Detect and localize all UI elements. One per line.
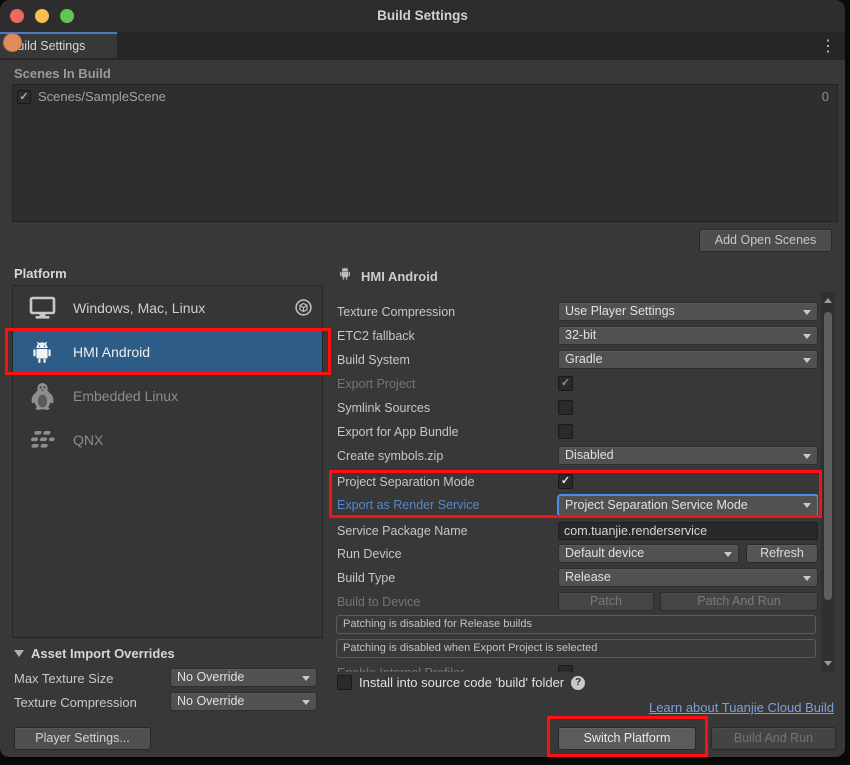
help-box-release: Patching is disabled for Release builds	[336, 615, 816, 634]
row-export-project: Export Project ✓	[336, 374, 818, 393]
project-separation-mode-checkbox[interactable]: ✓	[558, 474, 573, 489]
row-run-device: Run Device Default device Refresh	[336, 544, 818, 563]
export-project-checkbox[interactable]: ✓	[558, 376, 573, 391]
window-title: Build Settings	[0, 0, 845, 32]
create-symbols-dropdown[interactable]: Disabled	[558, 446, 818, 465]
platform-item-windows-mac-linux[interactable]: Windows, Mac, Linux	[13, 286, 322, 330]
install-build-folder-label: Install into source code 'build' folder	[359, 675, 564, 690]
platform-list: Windows, Mac, Linux	[12, 285, 323, 638]
row-enable-internal-profiler: Enable Internal Profiler	[336, 663, 818, 672]
max-texture-size-dropdown[interactable]: No Override	[170, 668, 317, 687]
selected-platform-header: HMI Android	[337, 265, 438, 287]
scroll-up-icon[interactable]	[824, 298, 832, 303]
scrollbar-thumb[interactable]	[824, 312, 832, 600]
setting-label: Run Device	[337, 547, 402, 561]
refresh-button[interactable]: Refresh	[746, 544, 818, 563]
setting-label: Enable Internal Profiler	[337, 666, 464, 673]
max-texture-size-label: Max Texture Size	[14, 671, 113, 686]
enable-internal-profiler-checkbox[interactable]	[558, 665, 573, 672]
settings-panel-title: HMI Android	[361, 269, 438, 284]
row-symlink-sources: Symlink Sources	[336, 398, 818, 417]
android-icon	[25, 338, 59, 366]
setting-label: Create symbols.zip	[337, 449, 443, 463]
row-create-symbols: Create symbols.zip Disabled	[336, 446, 818, 465]
setting-label: Build Type	[337, 571, 395, 585]
run-device-dropdown[interactable]: Default device	[558, 544, 739, 563]
setting-label: Export Project	[337, 377, 416, 391]
row-build-system: Build System Gradle	[336, 350, 818, 369]
foldout-triangle-icon[interactable]	[14, 650, 24, 657]
add-open-scenes-button[interactable]: Add Open Scenes	[699, 229, 832, 252]
build-settings-window: Build Settings Build Settings ⋮ Scenes I…	[0, 0, 845, 757]
platform-item-qnx[interactable]: QNX	[13, 418, 322, 462]
setting-label: Project Separation Mode	[337, 475, 475, 489]
scene-build-index: 0	[822, 89, 832, 104]
texture-compression-override-dropdown[interactable]: No Override	[170, 692, 317, 711]
tab-strip: Build Settings ⋮	[0, 32, 845, 60]
scene-name: Scenes/SampleScene	[38, 89, 166, 104]
service-package-name-input[interactable]	[558, 522, 818, 540]
platform-item-embedded-linux[interactable]: Embedded Linux	[13, 374, 322, 418]
setting-label: Build to Device	[337, 595, 420, 609]
click-marker	[3, 33, 22, 52]
platform-item-hmi-android[interactable]: HMI Android	[13, 330, 322, 374]
setting-label: Service Package Name	[337, 524, 468, 538]
export-app-bundle-checkbox[interactable]	[558, 424, 573, 439]
setting-label: Symlink Sources	[337, 401, 430, 415]
tuanjie-cloud-build-link[interactable]: Learn about Tuanjie Cloud Build	[649, 700, 834, 715]
switch-platform-button[interactable]: Switch Platform	[558, 727, 696, 750]
setting-label-link[interactable]: Export as Render Service	[337, 498, 479, 512]
row-project-separation-mode: Project Separation Mode ✓	[336, 472, 818, 491]
platform-header: Platform	[14, 266, 67, 281]
row-etc2-fallback: ETC2 fallback 32-bit	[336, 326, 818, 345]
player-settings-button[interactable]: Player Settings...	[14, 727, 151, 750]
row-install-into-build-folder: Install into source code 'build' folder …	[337, 675, 585, 690]
patch-button[interactable]: Patch	[558, 592, 654, 611]
unity-installed-badge-icon	[295, 299, 312, 321]
help-icon[interactable]: ?	[571, 676, 585, 690]
row-build-type: Build Type Release	[336, 568, 818, 587]
settings-scroll-area: Texture Compression Use Player Settings …	[336, 292, 818, 672]
help-box-export-project: Patching is disabled when Export Project…	[336, 639, 816, 658]
row-export-render-service: Export as Render Service Project Separat…	[336, 494, 818, 516]
etc2-fallback-dropdown[interactable]: 32-bit	[558, 326, 818, 345]
setting-label: ETC2 fallback	[337, 329, 415, 343]
scene-row[interactable]: ✓ Scenes/SampleScene 0	[13, 85, 837, 107]
monitor-icon	[25, 296, 59, 320]
check-icon: ✓	[19, 91, 28, 103]
platform-label: Windows, Mac, Linux	[73, 300, 205, 316]
setting-label: Build System	[337, 353, 410, 367]
build-and-run-button[interactable]: Build And Run	[711, 727, 836, 750]
setting-label: Export for App Bundle	[337, 425, 459, 439]
build-type-dropdown[interactable]: Release	[558, 568, 818, 587]
check-icon: ✓	[561, 475, 570, 487]
asset-import-overrides-header[interactable]: Asset Import Overrides	[31, 646, 175, 661]
title-bar: Build Settings	[0, 0, 845, 32]
scenes-in-build-header: Scenes In Build	[14, 66, 111, 81]
texture-compression-override-label: Texture Compression	[14, 695, 137, 710]
setting-label: Texture Compression	[337, 305, 455, 319]
blackberry-qnx-icon	[25, 430, 59, 450]
platform-label: HMI Android	[73, 344, 150, 360]
settings-scrollbar[interactable]	[821, 292, 835, 672]
render-service-mode-dropdown[interactable]: Project Separation Service Mode	[558, 495, 818, 516]
check-icon: ✓	[561, 377, 570, 389]
scroll-down-icon[interactable]	[824, 661, 832, 666]
window-menu-icon[interactable]: ⋮	[820, 35, 834, 59]
symlink-sources-checkbox[interactable]	[558, 400, 573, 415]
patch-and-run-button[interactable]: Patch And Run	[660, 592, 818, 611]
scene-checkbox[interactable]: ✓	[17, 90, 31, 104]
install-build-folder-checkbox[interactable]	[337, 675, 352, 690]
scenes-list[interactable]: ✓ Scenes/SampleScene 0	[12, 84, 838, 222]
row-texture-compression: Texture Compression Use Player Settings	[336, 302, 818, 321]
build-system-dropdown[interactable]: Gradle	[558, 350, 818, 369]
row-build-to-device: Build to Device Patch Patch And Run	[336, 592, 818, 611]
row-service-package-name: Service Package Name	[336, 521, 818, 540]
row-export-app-bundle: Export for App Bundle	[336, 422, 818, 441]
penguin-icon	[25, 382, 59, 410]
platform-label: QNX	[73, 432, 103, 448]
android-icon	[337, 265, 353, 287]
texture-compression-dropdown[interactable]: Use Player Settings	[558, 302, 818, 321]
platform-label: Embedded Linux	[73, 388, 178, 404]
